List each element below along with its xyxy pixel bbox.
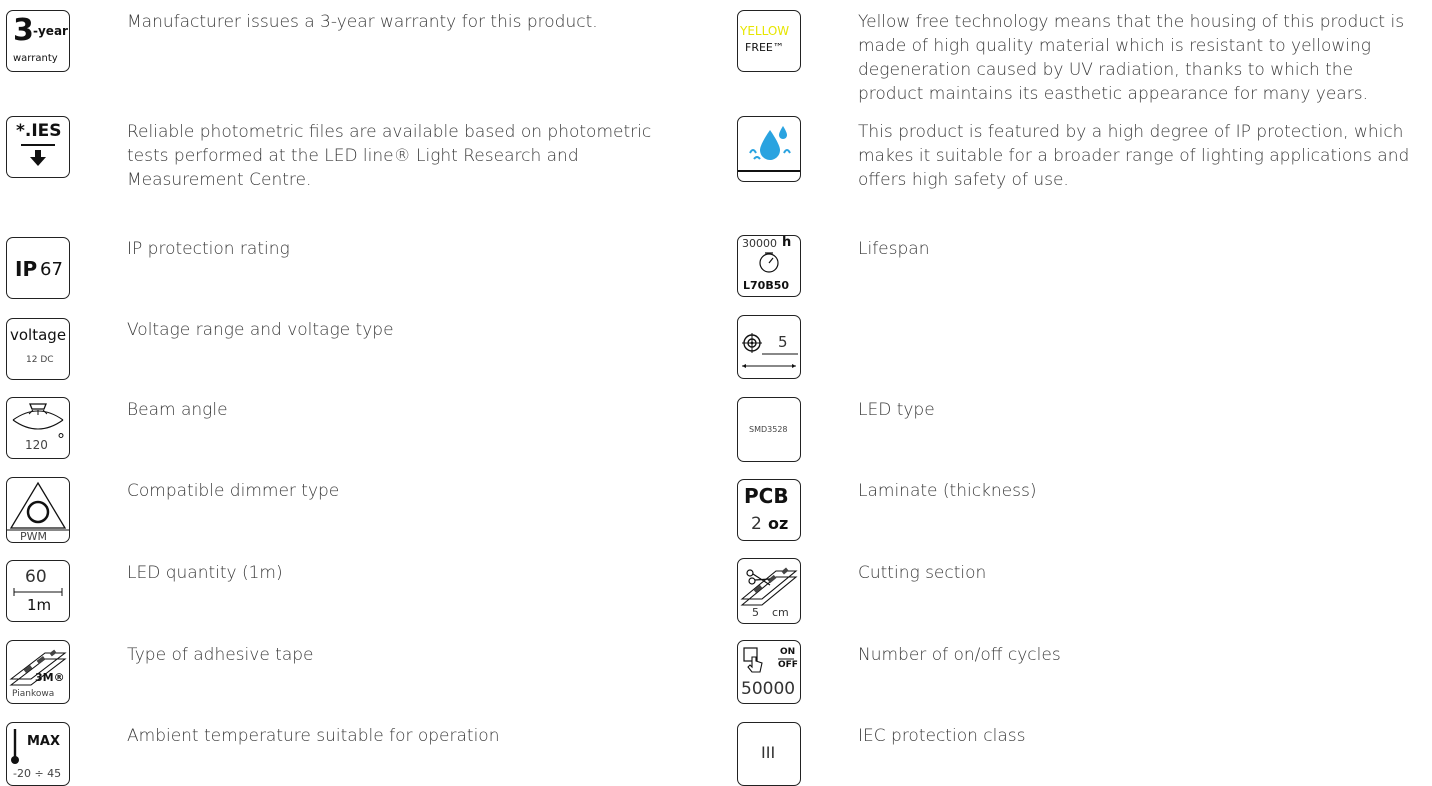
beam-value: 120 [25, 438, 48, 452]
switch-cycles-icon: ON OFF 50000 [737, 640, 801, 704]
water-drops-icon [737, 116, 801, 182]
tape-value: Piankowa [12, 689, 55, 699]
temperature-description: Ambient temperature suitable for operati… [127, 726, 500, 746]
iec-value: III [761, 743, 776, 762]
ip-label: IP [15, 257, 38, 281]
led-type-description: LED type [858, 400, 935, 420]
ip-description: IP protection rating [127, 239, 290, 259]
target-graphic [742, 333, 798, 368]
lifespan-description: Lifespan [858, 239, 930, 259]
cutting-icon: 5 cm [737, 558, 801, 624]
warranty-description: Manufacturer issues a 3-year warranty fo… [127, 12, 598, 32]
pcb-laminate-icon: PCB 2 oz [737, 479, 801, 541]
yellow-free-description: Yellow free technology means that the ho… [858, 12, 1405, 104]
switch-off-label: OFF [778, 660, 798, 670]
free-label: FREE™ [745, 41, 784, 54]
cutting-description: Cutting section [858, 563, 987, 583]
ip-rating-icon: IP 67 [6, 237, 70, 299]
iec-description: IEC protection class [858, 726, 1026, 746]
pcb-unit: oz [768, 514, 789, 533]
lamp-distance-icon: 5 [737, 315, 801, 379]
lifespan-icon: 30000 h L70B50 [737, 235, 801, 297]
yellow-label: YELLOW [740, 24, 790, 38]
download-arrow-icon [21, 144, 55, 166]
temperature-icon: MAX -20 ÷ 45 [6, 722, 70, 786]
led-quantity-icon: 60 1m [6, 560, 70, 622]
switch-cycles-description: Number of on/off cycles [858, 645, 1061, 665]
ip-value: 67 [40, 259, 63, 280]
temperature-value: -20 ÷ 45 [13, 767, 62, 780]
led-quantity-unit: 1m [27, 596, 52, 614]
warranty-sub: warranty [13, 53, 58, 64]
tape-description: Type of adhesive tape [127, 645, 314, 665]
tape-brand: 3M® [35, 671, 65, 684]
switch-cycles-value: 50000 [741, 679, 796, 699]
ip-protection-description: This product is featured by a high degre… [858, 122, 1410, 190]
beam-description: Beam angle [127, 400, 228, 420]
temperature-label: MAX [27, 734, 61, 749]
warranty-number: 3 [13, 13, 34, 48]
led-type-icon: SMD3528 [737, 397, 801, 462]
scissors-strip-graphic [740, 567, 798, 606]
led-quantity-description: LED quantity (1m) [127, 563, 283, 583]
laminate-description: Laminate (thickness) [858, 481, 1037, 501]
yellow-free-icon: YELLOW FREE™ [737, 10, 801, 72]
voltage-label: voltage [10, 326, 67, 344]
dimmer-icon: PWM [6, 477, 70, 543]
beam-unit: ° [57, 430, 65, 449]
adhesive-tape-icon: 3M® Piankowa [6, 640, 70, 704]
cutting-value: 5 [752, 606, 759, 619]
voltage-description: Voltage range and voltage type [127, 320, 394, 340]
dimmer-description: Compatible dimmer type [127, 481, 340, 501]
beam-angle-icon: 120 ° [6, 397, 70, 459]
voltage-icon: voltage 12 DC [6, 318, 70, 380]
water-drops-graphic [738, 126, 800, 172]
iec-class-icon: III [737, 722, 801, 786]
lifespan-sub: L70B50 [743, 279, 790, 292]
voltage-value: 12 DC [26, 355, 54, 365]
cutting-unit: cm [772, 606, 789, 619]
pcb-label: PCB [744, 484, 789, 508]
warranty-icon: 3 -year warranty [6, 10, 70, 72]
pcb-value: 2 [751, 514, 762, 534]
led-type-value: SMD3528 [749, 425, 788, 434]
warranty-suffix: -year [33, 24, 68, 38]
ies-file-icon: *.IES [6, 116, 70, 178]
ies-description: Reliable photometric files are available… [127, 122, 652, 190]
switch-on-label: ON [780, 647, 796, 657]
distance-value: 5 [778, 333, 788, 351]
dimmer-value: PWM [20, 530, 48, 543]
